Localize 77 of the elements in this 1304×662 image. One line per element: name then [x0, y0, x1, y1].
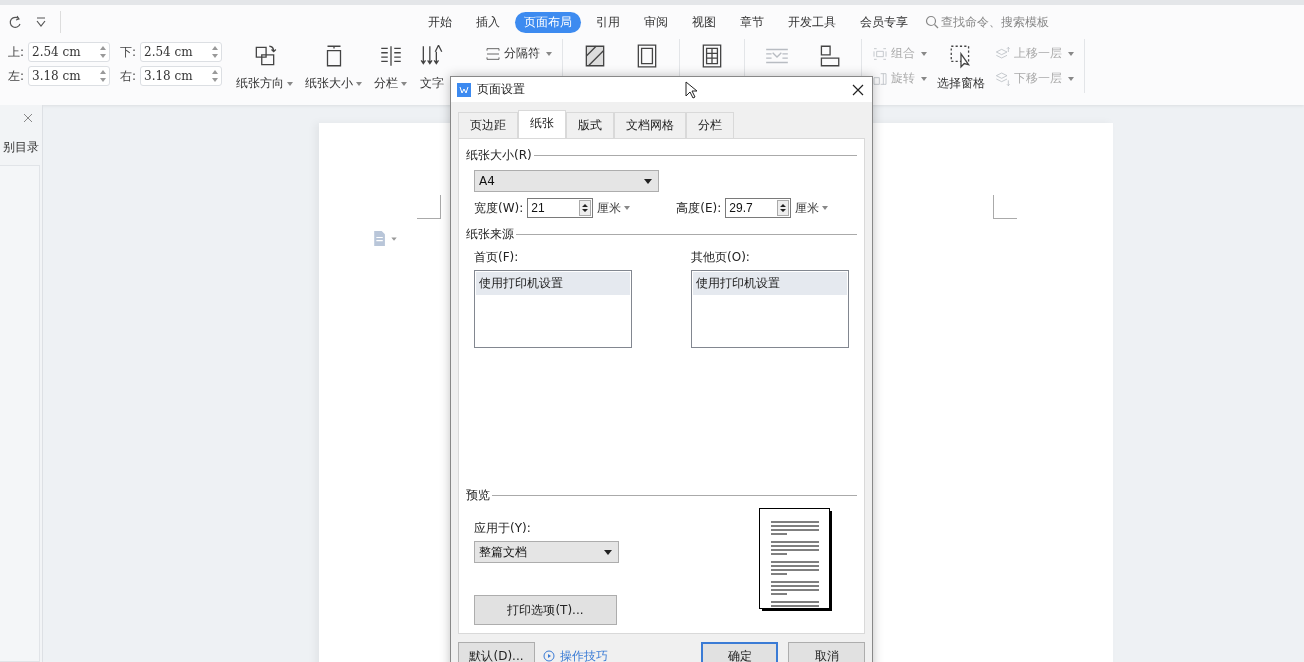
ribbon-tab[interactable]: 视图 — [683, 11, 725, 33]
default-button[interactable]: 默认(D)... — [458, 642, 535, 662]
ok-button[interactable]: 确定 — [701, 642, 778, 662]
ribbon-icon — [485, 45, 501, 62]
list-item[interactable]: 使用打印机设置 — [693, 272, 847, 295]
ribbon-button[interactable]: 纸张大小 — [300, 39, 367, 92]
ribbon-small-button[interactable]: 分隔符 — [485, 45, 552, 62]
unit-dropdown[interactable]: 厘米 — [795, 199, 829, 217]
caret-icon — [624, 206, 631, 210]
dialog-tab[interactable]: 文档网格 — [614, 112, 686, 138]
caret-icon — [921, 51, 927, 56]
margin-corner-mark — [417, 195, 441, 219]
app-icon — [457, 82, 471, 97]
list-label: 首页(F): — [474, 249, 520, 266]
caret-icon — [1068, 76, 1074, 81]
caret-icon — [287, 81, 293, 86]
mouse-cursor-icon — [685, 81, 697, 99]
caret-icon — [1068, 51, 1074, 56]
margin-label: 下: — [120, 43, 138, 61]
dialog-tab[interactable]: 版式 — [566, 112, 614, 138]
caret-icon — [401, 81, 407, 86]
ribbon-button[interactable]: 选择窗格 — [932, 39, 990, 92]
field-label: 应用于(Y): — [474, 520, 531, 537]
list-label: 其他页(O): — [691, 249, 751, 266]
margin-field[interactable]: 2.54 cm — [28, 42, 110, 62]
caret-icon — [921, 76, 927, 81]
ribbon-tab[interactable]: 会员专享 — [851, 11, 917, 33]
play-icon — [543, 650, 555, 662]
unit-dropdown[interactable]: 厘米 — [597, 199, 631, 217]
caret-icon — [356, 81, 362, 86]
field-label: 高度(E): — [676, 199, 722, 217]
group-label: 预览 — [466, 487, 490, 504]
ribbon-tab[interactable]: 引用 — [587, 11, 629, 33]
margin-field[interactable]: 3.18 cm — [140, 66, 222, 86]
caret-icon — [822, 206, 829, 210]
dialog-tab[interactable]: 分栏 — [686, 112, 734, 138]
caret-icon — [546, 51, 552, 56]
ribbon-tab[interactable]: 开始 — [419, 11, 461, 33]
paper-size-dropdown[interactable]: A4 — [474, 170, 659, 192]
ribbon-button[interactable]: 分栏 — [369, 39, 412, 92]
customize-dropdown-icon[interactable] — [34, 15, 48, 29]
group-label: 纸张来源 — [466, 226, 514, 243]
margin-field[interactable]: 2.54 cm — [140, 42, 222, 62]
margin-corner-mark — [993, 195, 1017, 219]
spinner-arrows-icon[interactable] — [777, 200, 790, 216]
margin-label: 左: — [8, 67, 26, 85]
ribbon-tab[interactable]: 审阅 — [635, 11, 677, 33]
field-label: 宽度(W): — [474, 199, 524, 217]
ribbon-icon — [995, 45, 1011, 62]
close-icon[interactable] — [852, 83, 864, 96]
ribbon-tab[interactable]: 插入 — [467, 11, 509, 33]
group-label: 纸张大小(R) — [466, 147, 532, 164]
apply-to-dropdown[interactable]: 整篇文档 — [474, 541, 619, 563]
ribbon-icon — [872, 70, 888, 87]
dialog-tab[interactable]: 页边距 — [458, 112, 518, 138]
ribbon-icon — [872, 45, 888, 62]
caret-icon — [604, 549, 612, 555]
ribbon-button[interactable]: 文字 — [414, 39, 450, 92]
panel-title: 别目录 — [3, 139, 39, 156]
ribbon-tab[interactable]: 开发工具 — [779, 11, 845, 33]
ribbon-button[interactable]: 纸张方向 — [231, 39, 298, 92]
search-field[interactable]: 查找命令、搜索模板 — [925, 15, 1101, 29]
spinner-arrows-icon[interactable] — [579, 200, 592, 216]
dialog-title: 页面设置 — [477, 81, 525, 98]
dialog-tab[interactable]: 纸张 — [518, 110, 566, 138]
margin-field[interactable]: 3.18 cm — [28, 66, 110, 86]
tips-link[interactable]: 操作技巧 — [543, 647, 608, 662]
margin-label: 上: — [8, 43, 26, 61]
list-item[interactable]: 使用打印机设置 — [476, 272, 630, 295]
ribbon-icon — [995, 70, 1011, 87]
caret-icon — [644, 178, 652, 184]
ribbon-tab[interactable]: 章节 — [731, 11, 773, 33]
print-options-button[interactable]: 打印选项(T)... — [474, 595, 617, 625]
margin-label: 右: — [120, 67, 138, 85]
cancel-button[interactable]: 取消 — [788, 642, 865, 662]
search-icon — [925, 15, 939, 29]
redo-icon[interactable] — [8, 15, 22, 29]
